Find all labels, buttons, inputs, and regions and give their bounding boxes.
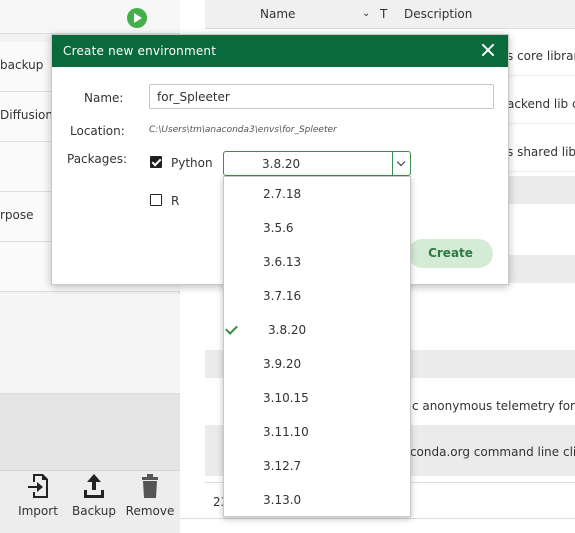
- remove-button[interactable]: Remove: [122, 472, 178, 518]
- version-option-label: 3.9.20: [263, 357, 302, 371]
- chevron-down-icon[interactable]: [392, 152, 410, 175]
- row-description: s shared libr: [507, 145, 575, 159]
- sort-chevron-icon[interactable]: ⌄: [362, 8, 370, 19]
- python-checkbox[interactable]: [150, 156, 162, 168]
- trash-icon: [142, 474, 158, 498]
- dialog-title: Create new environment: [63, 44, 217, 58]
- version-option-label: 3.6.13: [263, 255, 302, 269]
- play-icon[interactable]: [127, 8, 147, 28]
- import-label: Import: [18, 504, 58, 518]
- packages-table-header: Name ⌄ T Description: [205, 0, 575, 29]
- create-label: Create: [428, 246, 473, 260]
- column-t[interactable]: T: [380, 7, 387, 21]
- version-option-label: 3.12.7: [263, 459, 302, 473]
- name-label: Name:: [84, 91, 124, 105]
- version-option-label: 2.7.18: [263, 187, 302, 201]
- python-version-dropdown: 2.7.18 3.5.6 3.6.13 3.7.16 3.8.20 3.9.20…: [223, 176, 411, 517]
- env-name: rpose: [0, 208, 34, 222]
- version-option-label: 3.10.15: [263, 391, 309, 405]
- version-option[interactable]: 3.13.0: [224, 483, 410, 517]
- packages-label: Packages:: [67, 152, 128, 166]
- import-icon: [28, 474, 48, 498]
- version-option[interactable]: 3.9.20: [224, 347, 410, 381]
- env-name: backup: [0, 58, 44, 72]
- env-name-input[interactable]: [149, 84, 494, 109]
- import-button[interactable]: Import: [10, 472, 66, 518]
- backup-icon: [84, 474, 104, 498]
- r-checkbox[interactable]: [150, 194, 162, 206]
- version-option[interactable]: 3.5.6: [224, 211, 410, 245]
- row-description: s core librar: [507, 49, 575, 63]
- column-name[interactable]: Name: [260, 7, 295, 21]
- python-label: Python: [171, 156, 213, 170]
- version-option[interactable]: 3.11.10: [224, 415, 410, 449]
- version-option-label: 3.11.10: [263, 425, 309, 439]
- divider: [180, 518, 575, 519]
- row-description: ackend lib c: [507, 97, 575, 111]
- backup-button[interactable]: Backup: [66, 472, 122, 518]
- version-option[interactable]: 3.12.7: [224, 449, 410, 483]
- row-description: naconda.org command line cli: [395, 445, 575, 459]
- version-option-label: 3.5.6: [263, 221, 294, 235]
- backup-label: Backup: [72, 504, 116, 518]
- row-description: asic anonymous telemetry for: [395, 399, 575, 413]
- version-option[interactable]: 2.7.18: [224, 177, 410, 211]
- env-list-empty: [0, 294, 180, 394]
- remove-label: Remove: [125, 504, 175, 518]
- version-option-label: 3.13.0: [263, 493, 302, 507]
- python-version-value: 3.8.20: [262, 157, 301, 171]
- create-button[interactable]: Create: [408, 239, 493, 268]
- r-label: R: [171, 194, 180, 208]
- location-path: C:\Users\tm\anaconda3\envs\for_Spleeter: [149, 125, 337, 135]
- version-option[interactable]: 3.10.15: [224, 381, 410, 415]
- version-option-label: 3.7.16: [263, 289, 302, 303]
- environments-toolbar: [0, 0, 180, 34]
- location-label: Location:: [70, 124, 125, 138]
- env-list-spacer: [0, 394, 180, 470]
- version-option-label: 3.8.20: [268, 323, 307, 337]
- check-icon: [225, 322, 238, 335]
- version-option-selected[interactable]: 3.8.20: [224, 313, 410, 347]
- version-option[interactable]: 3.7.16: [224, 279, 410, 313]
- version-option[interactable]: 3.6.13: [224, 245, 410, 279]
- python-version-select[interactable]: 3.8.20: [223, 151, 411, 176]
- column-description[interactable]: Description: [404, 7, 472, 21]
- close-icon[interactable]: [480, 42, 496, 58]
- dialog-title-bar: Create new environment: [52, 35, 508, 67]
